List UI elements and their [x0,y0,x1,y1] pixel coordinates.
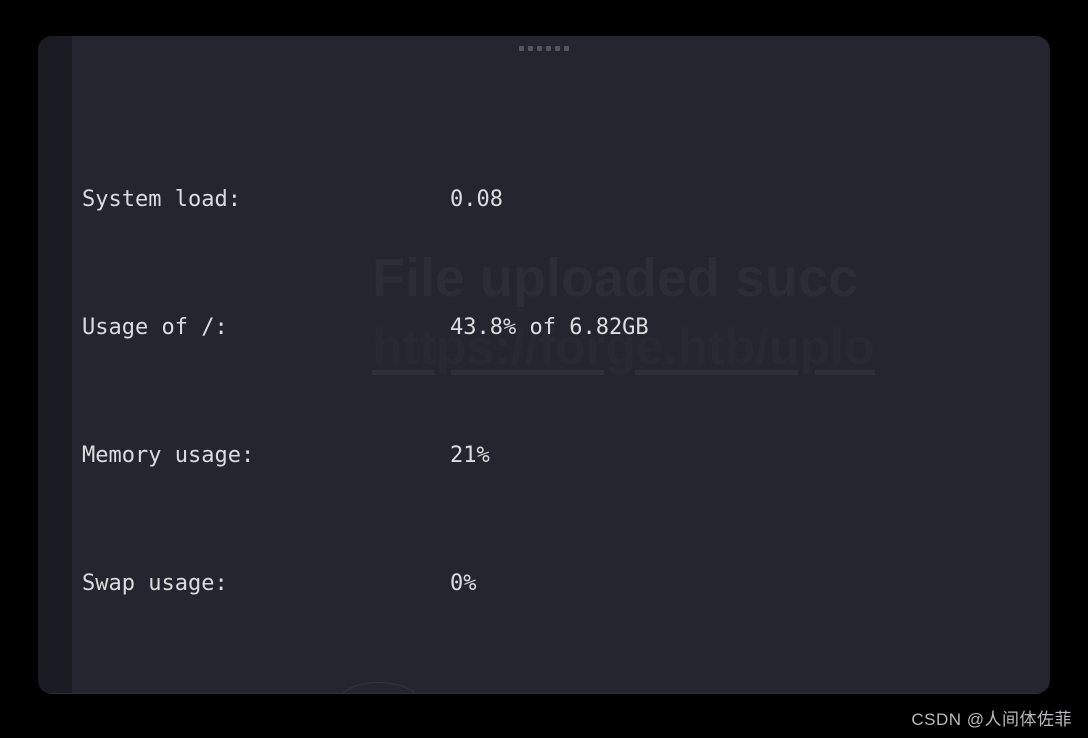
motd-label-system-load: System load: [82,187,241,212]
motd-row: Usage of /: 43.8% of 6.82GB [82,312,1044,344]
motd-value-usage-of-root: 43.8% of 6.82GB [450,315,649,340]
csdn-credit-watermark: CSDN @人间体佐菲 [911,710,1072,729]
motd-value-memory-usage: 21% [450,443,490,468]
terminal-window[interactable]: File uploaded succ https://forge.htb/upl… [38,36,1050,694]
motd-value-system-load: 0.08 [450,187,503,212]
drag-handle-dot [537,45,542,51]
drag-handle-dot [555,45,560,51]
motd-value-swap-usage: 0% [450,571,477,596]
motd-label-memory-usage: Memory usage: [82,443,255,468]
motd-row: Memory usage: 21% [82,440,1044,472]
motd-row: Swap usage: 0% [82,568,1044,600]
window-drag-handle[interactable] [38,36,1050,60]
motd-label-swap-usage: Swap usage: [82,571,228,596]
drag-handle-dot [546,45,551,51]
drag-handle-dot [519,45,524,51]
drag-handle-dot [528,45,533,51]
terminal-output[interactable]: System load: 0.08 Usage of /: 43.8% of 6.8… [82,88,1044,694]
motd-row: System load: 0.08 [82,184,1044,216]
motd-label-usage-of-root: Usage of /: [82,315,228,340]
drag-handle-dot [564,45,569,51]
terminal-left-gutter [38,36,72,694]
